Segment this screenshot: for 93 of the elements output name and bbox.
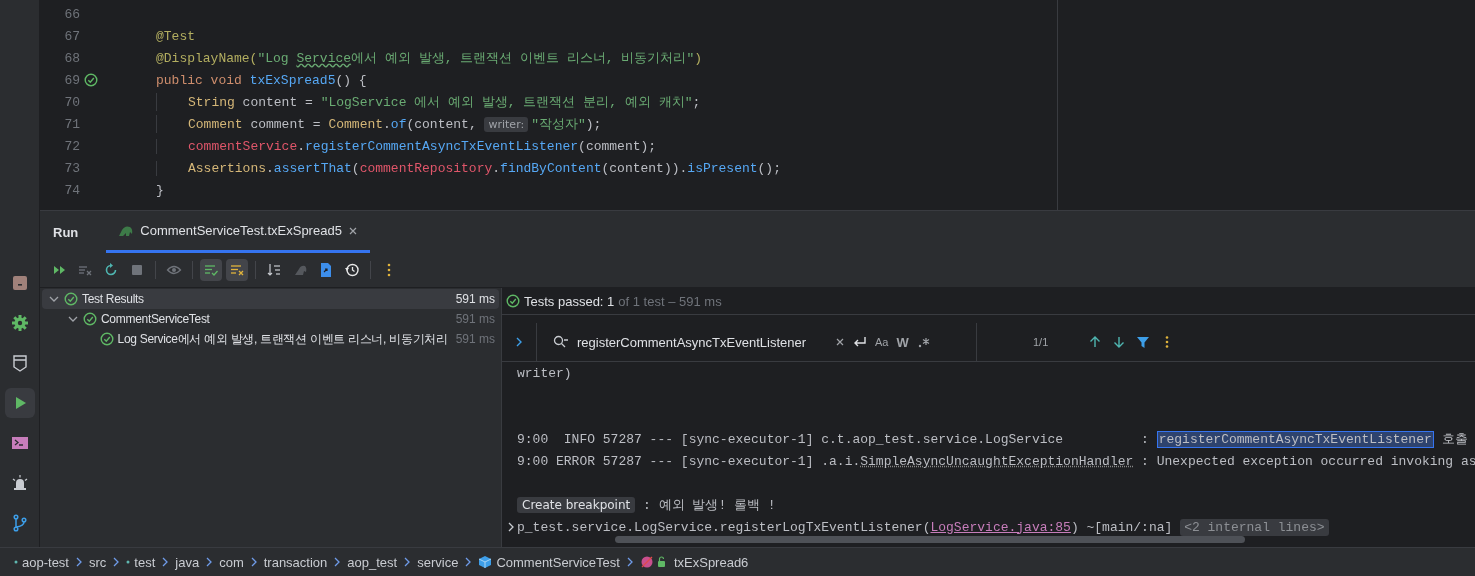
console-text: p_test.service.LogService.registerLogTxEventListener( bbox=[517, 519, 931, 535]
line-number: 72 bbox=[63, 138, 80, 154]
console-text: : 예외 발생! 롤백 ! bbox=[642, 497, 776, 514]
scrollbar[interactable] bbox=[615, 536, 1245, 543]
toolbar-button[interactable] bbox=[200, 259, 222, 281]
console-text: 호출 bbox=[1440, 431, 1468, 448]
rerun-icon bbox=[103, 262, 119, 278]
cube-icon bbox=[478, 555, 493, 569]
passed-icon bbox=[506, 294, 520, 308]
console-text: ) ~[main/:na] bbox=[1070, 519, 1174, 535]
chevron-icon bbox=[113, 557, 120, 567]
console-text: 9:00 INFO 57287 --- [sync-executor-1] c.t.aop_test.service.LogService : bbox=[517, 431, 1150, 447]
test-name[interactable]: Log Service에서 예외 발생, 트랜잭션 이벤트 리스너, 비동기처리 bbox=[117, 330, 448, 348]
breadcrumb-item[interactable]: com bbox=[219, 554, 244, 570]
passed-icon bbox=[99, 332, 114, 346]
export-icon bbox=[318, 262, 334, 278]
breadcrumb-item[interactable]: service bbox=[417, 554, 459, 570]
test-duration: 591 ms bbox=[454, 332, 495, 346]
elephant-icon bbox=[118, 223, 135, 238]
toolbar-button[interactable] bbox=[226, 259, 248, 281]
close-icon[interactable] bbox=[347, 225, 358, 236]
line-number: 67 bbox=[63, 28, 80, 44]
show-passed-icon bbox=[203, 262, 219, 278]
breadcrumb-item[interactable]: src bbox=[89, 554, 107, 570]
code-text: String content = "LogService 에서 예외 발생, 트랜잭션 분리, 예외 캐치"; bbox=[188, 94, 701, 111]
code-text: @DisplayName("Log Service에서 예외 발생, 트랜잭션 이벤트 리스너, 비동기처리") bbox=[156, 50, 703, 67]
dot-icon bbox=[126, 560, 131, 564]
panel-title: Run bbox=[52, 223, 80, 242]
code-text: Comment comment = Comment.of(content, bbox=[188, 116, 478, 132]
test-passed-icon bbox=[84, 73, 98, 87]
chevron-icon bbox=[162, 557, 169, 567]
console-text: writer) bbox=[517, 365, 572, 381]
match-count: 1/1 bbox=[1033, 336, 1049, 348]
chevron-icon bbox=[250, 557, 257, 567]
search-field[interactable]: registerCommentAsyncTxEventListener bbox=[577, 334, 827, 350]
line-number: 73 bbox=[63, 160, 80, 176]
regex-icon[interactable] bbox=[916, 336, 931, 348]
code-text: public void txExSpread5() { bbox=[156, 72, 367, 88]
code-text: @Test bbox=[156, 28, 195, 44]
passed-icon bbox=[83, 312, 97, 326]
show-ignored-icon bbox=[229, 262, 245, 278]
filter-icon[interactable] bbox=[1136, 335, 1151, 349]
test-duration: 591 ms bbox=[454, 312, 495, 326]
status-summary: of 1 test – 591 ms bbox=[618, 293, 722, 309]
file-link[interactable]: LogService.java:85 bbox=[930, 519, 1071, 535]
chevron-icon bbox=[404, 557, 411, 567]
line-number: 71 bbox=[63, 116, 80, 132]
line-number: 74 bbox=[63, 182, 80, 198]
breadcrumb-item[interactable]: aop_test bbox=[347, 554, 398, 570]
breadcrumb-item[interactable]: test bbox=[134, 554, 156, 570]
line-number: 69 bbox=[63, 72, 80, 88]
chevron-icon bbox=[76, 557, 82, 567]
breadcrumb-item[interactable]: transaction bbox=[263, 554, 328, 570]
passed-icon bbox=[64, 292, 78, 306]
tool-window-button[interactable] bbox=[4, 388, 35, 418]
code-text: } bbox=[156, 182, 164, 198]
code-text: "작성자"); bbox=[531, 116, 602, 133]
whole-words-toggle[interactable]: W bbox=[896, 334, 909, 350]
test-name[interactable]: CommentServiceTest bbox=[101, 312, 210, 326]
status-label: Tests passed: 1 bbox=[524, 293, 615, 309]
console-text: : Unexpected exception occurred invoking as bbox=[1140, 453, 1475, 469]
down-arrow-icon[interactable] bbox=[1112, 335, 1127, 349]
history-icon bbox=[344, 262, 360, 278]
enter-icon[interactable] bbox=[853, 336, 867, 348]
sort-icon bbox=[266, 262, 282, 278]
chevron-icon bbox=[206, 557, 213, 567]
folded-lines-badge[interactable]: <2 internal lines> bbox=[1180, 518, 1329, 536]
test-name[interactable]: Test Results bbox=[82, 292, 144, 306]
chevron-icon[interactable] bbox=[514, 337, 524, 347]
code-text: Assertions.assertThat(commentRepository.findByContent(content)).isPresent(); bbox=[188, 160, 781, 176]
close-icon[interactable] bbox=[835, 337, 845, 347]
class-link[interactable]: SimpleAsyncUncaughtExceptionHandler bbox=[860, 453, 1134, 469]
chevron-icon bbox=[465, 557, 472, 567]
line-number: 66 bbox=[63, 6, 80, 22]
breadcrumb-item[interactable]: java bbox=[175, 554, 200, 570]
chevron-icon bbox=[334, 557, 341, 567]
search-match: registerCommentAsyncTxEventListener bbox=[1156, 430, 1434, 448]
stop-icon bbox=[129, 262, 145, 278]
tooltip: Create breakpoint bbox=[517, 497, 636, 513]
console-text: 9:00 ERROR 57287 --- [sync-executor-1] .a.i. bbox=[517, 453, 861, 469]
test-duration: 591 ms bbox=[454, 292, 495, 306]
breadcrumb-item[interactable]: txExSpread6 bbox=[673, 554, 749, 570]
inlay-hint: writer: bbox=[484, 116, 529, 132]
gear-icon bbox=[9, 313, 30, 333]
dot-icon bbox=[14, 560, 18, 564]
code-text: commentService.registerCommentAsyncTxEventListener(comment); bbox=[188, 138, 657, 154]
match-case-toggle[interactable]: Aa bbox=[875, 336, 889, 348]
line-number: 68 bbox=[63, 50, 80, 66]
search-icon bbox=[553, 335, 569, 349]
breadcrumb-item[interactable]: aop-test bbox=[22, 554, 69, 570]
breadcrumb-item[interactable]: CommentServiceTest bbox=[496, 554, 620, 570]
line-number: 70 bbox=[63, 94, 80, 110]
chevron-icon bbox=[626, 557, 633, 567]
